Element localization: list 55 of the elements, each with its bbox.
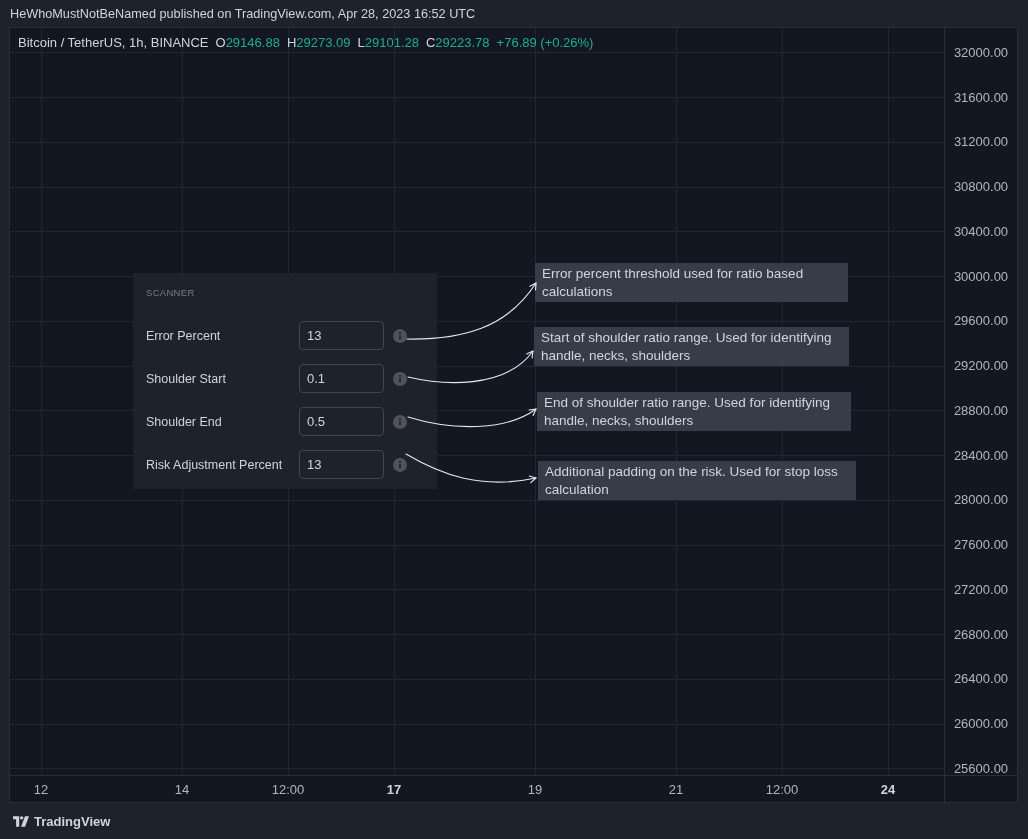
info-icon[interactable] — [393, 414, 407, 429]
price-label: 30800.00 — [953, 180, 1009, 194]
price-label: 27600.00 — [953, 538, 1009, 552]
field-label: Shoulder End — [146, 414, 223, 429]
field-label: Shoulder Start — [146, 371, 227, 386]
tooltip: Start of shoulder ratio range. Used for identifying handle, necks, shoulders — [534, 327, 849, 366]
info-icon[interactable] — [393, 328, 407, 343]
symbol-title: Bitcoin / TetherUS, 1h, BINANCE — [18, 36, 209, 50]
number-input[interactable]: 0.1 — [299, 364, 384, 393]
time-label: 12:00 — [765, 781, 799, 797]
price-label: 26000.00 — [953, 717, 1009, 731]
info-icon[interactable] — [393, 457, 407, 472]
price-label: 28400.00 — [953, 448, 1009, 462]
number-input[interactable]: 13 — [299, 321, 384, 350]
panel-title: SCANNER — [146, 287, 196, 299]
price-label: 29200.00 — [953, 359, 1009, 373]
price-label: 29600.00 — [953, 314, 1009, 328]
price-label: 30400.00 — [953, 224, 1009, 238]
price-label: 26400.00 — [953, 672, 1009, 686]
price-label: 28000.00 — [953, 493, 1009, 507]
price-label: 26800.00 — [953, 627, 1009, 641]
time-label: 17 — [386, 781, 402, 797]
price-change: +76.89 (+0.26%) — [496, 36, 594, 50]
price-label: 30000.00 — [953, 269, 1009, 283]
tooltip: Error percent threshold used for ratio based calculations — [535, 263, 848, 302]
price-label: 31600.00 — [953, 90, 1009, 104]
ohlc-label: H — [286, 36, 297, 50]
field-label: Error Percent — [146, 328, 222, 343]
tooltip: Additional padding on the risk. Used for stop loss calculation — [538, 461, 856, 500]
ohlc-label: O — [215, 36, 226, 50]
logo-icon — [13, 815, 29, 827]
number-input[interactable]: 0.5 — [299, 407, 384, 436]
ohlc-label: L — [357, 36, 365, 50]
price-label: 32000.00 — [953, 45, 1009, 59]
info-icon[interactable] — [393, 371, 407, 386]
time-label: 12:00 — [271, 781, 305, 797]
ohlc-value: 29101.28 — [364, 36, 419, 50]
price-label: 27200.00 — [953, 582, 1009, 596]
price-label: 25600.00 — [953, 761, 1009, 775]
ohlc-label: C — [425, 36, 436, 50]
ohlc-value: 29273.09 — [296, 36, 351, 50]
time-label: 19 — [527, 781, 543, 797]
time-label: 24 — [880, 781, 896, 797]
price-label: 31200.00 — [953, 135, 1009, 149]
time-label: 12 — [33, 781, 49, 797]
ohlc-value: 29146.88 — [225, 36, 280, 50]
number-input[interactable]: 13 — [299, 450, 384, 479]
field-label: Risk Adjustment Percent — [146, 457, 284, 472]
publish-info: HeWhoMustNotBeNamed published on TradingView.com, Apr 28, 2023 16:52 UTC — [10, 7, 476, 21]
ohlc-value: 29223.78 — [435, 36, 490, 50]
brand-name: TradingView — [34, 813, 111, 829]
tooltip: End of shoulder ratio range. Used for identifying handle, necks, shoulders — [537, 392, 851, 431]
time-label: 21 — [668, 781, 684, 797]
price-label: 28800.00 — [953, 403, 1009, 417]
time-label: 14 — [174, 781, 190, 797]
